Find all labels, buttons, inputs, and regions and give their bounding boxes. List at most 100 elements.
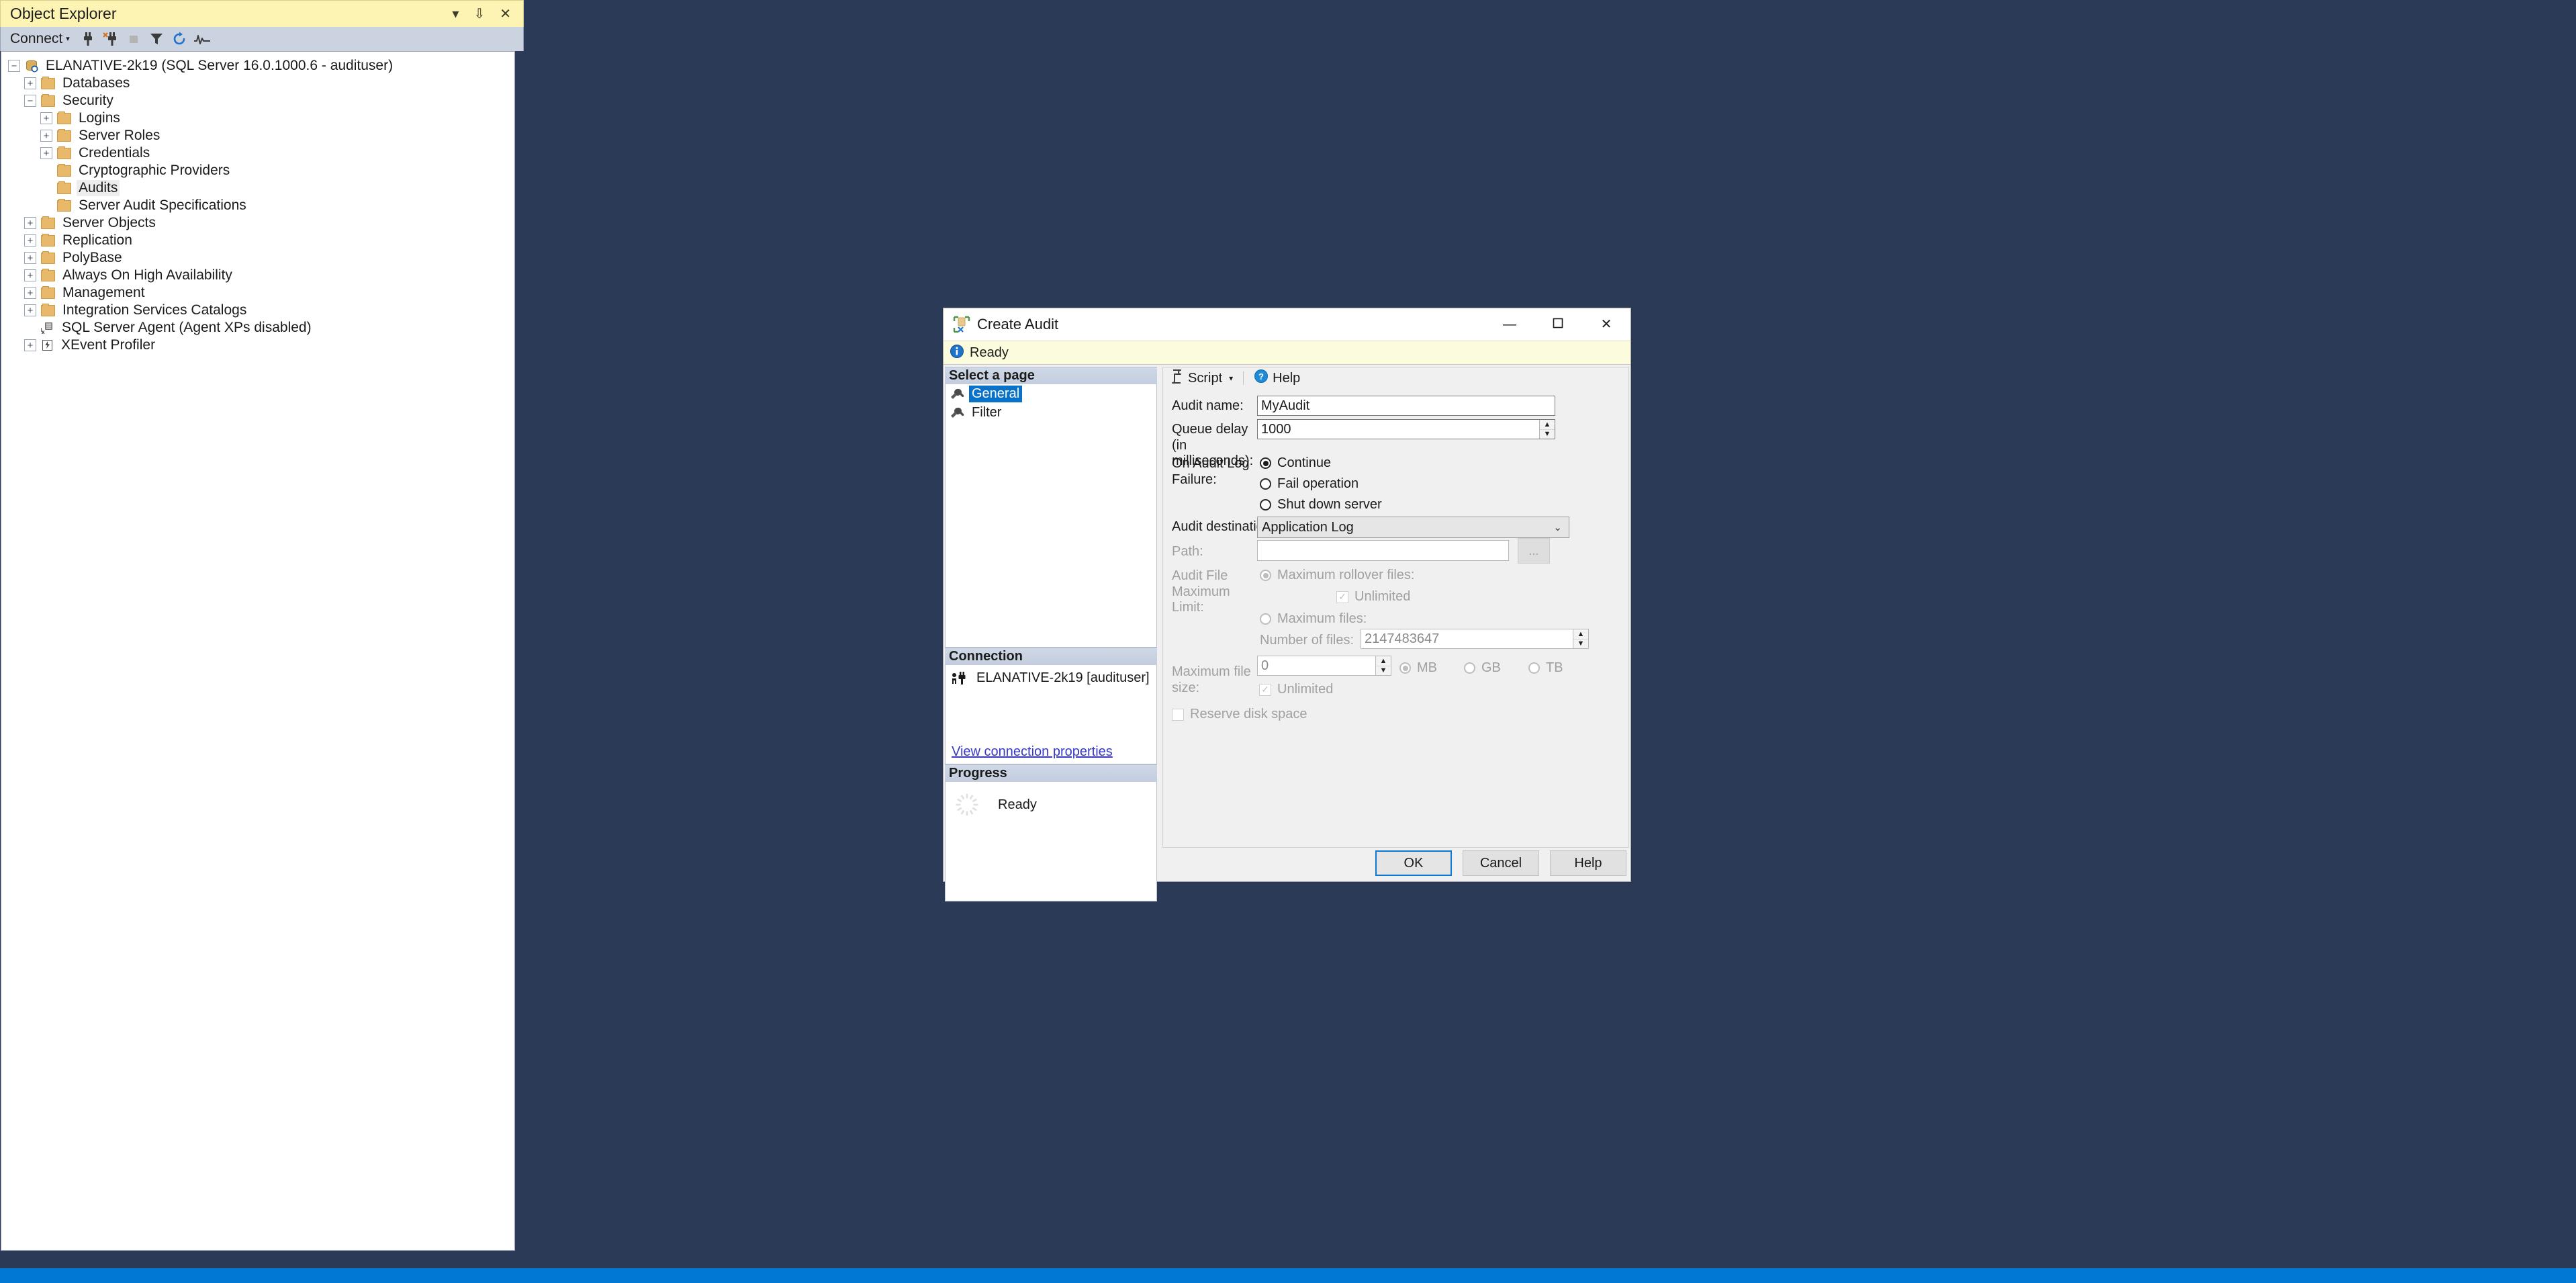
stepper-down-icon[interactable]: ▼ [1376, 666, 1391, 676]
rollover-unlimited-label: Unlimited [1354, 589, 1411, 604]
stepper-up-icon[interactable]: ▲ [1376, 656, 1391, 666]
audit-destination-select[interactable]: Application Log ⌄ [1257, 517, 1569, 538]
maximum-file-size-stepper[interactable]: ▲ ▼ [1375, 656, 1391, 675]
failure-option-shut-down-server[interactable]: Shut down server [1260, 497, 1382, 513]
tree-item-label: Server Roles [79, 128, 160, 143]
stepper-down-icon[interactable]: ▼ [1573, 639, 1588, 649]
cancel-button[interactable]: Cancel [1463, 850, 1539, 876]
expand-icon[interactable]: + [24, 339, 36, 351]
connect-button[interactable]: Connect ▾ [6, 30, 74, 48]
radio-icon [1260, 457, 1271, 469]
tree-item[interactable]: xI SQL Server Agent (Agent XPs disabled) [1, 319, 514, 337]
help-button[interactable]: Help [1550, 850, 1626, 876]
maximum-file-size-input[interactable]: 0 ▲ ▼ [1257, 656, 1391, 676]
tree-item[interactable]: − ELANATIVE-2k19 (SQL Server 16.0.1000.6 … [1, 57, 514, 75]
tree-item-label: Security [62, 93, 113, 108]
expand-icon[interactable]: + [24, 269, 36, 281]
queue-delay-stepper[interactable]: ▲ ▼ [1539, 420, 1555, 439]
number-of-files-input[interactable]: 2147483647 ▲ ▼ [1361, 629, 1589, 649]
tree-item[interactable]: + Replication [1, 232, 514, 249]
page-item-general[interactable]: General [946, 384, 1156, 403]
tree-item[interactable]: + Integration Services Catalogs [1, 302, 514, 319]
reserve-disk-space-checkbox[interactable]: Reserve disk space [1172, 707, 1307, 722]
folder-icon [57, 163, 71, 177]
expand-icon[interactable]: + [24, 252, 36, 264]
collapse-icon[interactable]: − [24, 95, 36, 107]
page-list[interactable]: General Filter [945, 384, 1157, 648]
queue-delay-input[interactable]: 1000 ▲ ▼ [1257, 419, 1555, 439]
progress-row: Ready [946, 782, 1156, 817]
dialog-titlebar: Create Audit — ✕ [944, 308, 1630, 341]
expand-icon[interactable]: + [24, 77, 36, 89]
tree-item[interactable]: Cryptographic Providers [1, 162, 514, 179]
size-unit-tb-radio[interactable]: TB [1528, 660, 1563, 676]
size-unit-mb-radio[interactable]: MB [1399, 660, 1437, 676]
script-button[interactable]: Script ▾ [1168, 369, 1235, 388]
expand-icon[interactable]: + [24, 287, 36, 299]
tree-item[interactable]: − Security [1, 92, 514, 109]
disconnect-icon[interactable] [99, 29, 122, 49]
stepper-down-icon[interactable]: ▼ [1540, 430, 1555, 439]
close-icon[interactable]: ✕ [500, 7, 511, 21]
expand-icon[interactable]: + [40, 147, 52, 159]
maximum-files-radio[interactable]: Maximum files: [1260, 611, 1367, 627]
tree-item[interactable]: + Databases [1, 75, 514, 92]
tree-item[interactable]: + Always On High Availability [1, 267, 514, 284]
refresh-icon[interactable] [168, 29, 191, 49]
chevron-down-icon[interactable]: ▾ [1229, 373, 1233, 383]
folder-icon [41, 251, 55, 264]
tree-item[interactable]: + Server Roles [1, 127, 514, 144]
page-item-filter[interactable]: Filter [946, 403, 1156, 422]
expand-icon[interactable]: + [24, 234, 36, 247]
audit-name-input[interactable]: MyAudit [1257, 396, 1555, 416]
size-unit-gb-radio[interactable]: GB [1464, 660, 1501, 676]
create-audit-icon [953, 316, 970, 333]
maximum-rollover-files-radio[interactable]: Maximum rollover files: [1260, 568, 1414, 583]
minimize-icon: — [1503, 317, 1516, 332]
close-button[interactable]: ✕ [1582, 308, 1630, 341]
number-of-files-stepper[interactable]: ▲ ▼ [1573, 629, 1588, 648]
expand-icon[interactable]: + [40, 130, 52, 142]
stop-icon [122, 29, 145, 49]
tree-item[interactable]: + Server Objects [1, 214, 514, 232]
size-unit-gb-label: GB [1481, 660, 1501, 675]
activity-monitor-icon[interactable] [191, 29, 214, 49]
connect-object-explorer-icon[interactable] [77, 29, 99, 49]
failure-option-shut-down-server-label: Shut down server [1277, 497, 1382, 512]
object-explorer-tree[interactable]: − ELANATIVE-2k19 (SQL Server 16.0.1000.6 … [1, 51, 515, 1251]
maximum-file-size-value: 0 [1261, 658, 1269, 673]
ok-button[interactable]: OK [1375, 850, 1452, 876]
view-connection-properties-link[interactable]: View connection properties [952, 744, 1113, 760]
dropdown-icon[interactable]: ▾ [452, 7, 459, 21]
tree-item[interactable]: + Logins [1, 109, 514, 127]
tree-item[interactable]: + Credentials [1, 144, 514, 162]
folder-icon [57, 128, 71, 142]
stepper-up-icon[interactable]: ▲ [1540, 420, 1555, 430]
tree-item[interactable]: + Management [1, 284, 514, 302]
pin-icon[interactable]: ⇩ [473, 7, 485, 21]
failure-option-fail-operation-label: Fail operation [1277, 476, 1359, 491]
help-button[interactable]: ? Help [1252, 369, 1302, 388]
rollover-unlimited-checkbox[interactable]: ✓ Unlimited [1336, 589, 1410, 605]
expand-icon[interactable]: + [24, 217, 36, 229]
size-unlimited-checkbox[interactable]: ✓ Unlimited [1259, 682, 1333, 697]
tree-item[interactable]: + XEvent Profiler [1, 337, 514, 354]
connection-server-name: ELANATIVE-2k19 [audituser] [976, 670, 1150, 685]
tree-item[interactable]: Server Audit Specifications [1, 197, 514, 214]
stepper-up-icon[interactable]: ▲ [1573, 629, 1588, 639]
expand-icon[interactable]: + [24, 304, 36, 316]
svg-text:I: I [41, 327, 42, 333]
tree-item[interactable]: Audits [1, 179, 514, 197]
browse-path-button[interactable]: ... [1518, 538, 1550, 564]
tree-expander-spacer [40, 182, 52, 194]
minimize-button[interactable]: — [1485, 308, 1534, 341]
maximize-button[interactable] [1534, 308, 1582, 341]
tree-item[interactable]: + PolyBase [1, 249, 514, 267]
help-label: Help [1273, 370, 1301, 386]
failure-option-continue[interactable]: Continue [1260, 455, 1331, 471]
path-input[interactable] [1257, 540, 1509, 561]
failure-option-fail-operation[interactable]: Fail operation [1260, 476, 1359, 492]
expand-icon[interactable]: + [40, 112, 52, 124]
collapse-icon[interactable]: − [8, 60, 20, 72]
filter-icon[interactable] [145, 29, 168, 49]
